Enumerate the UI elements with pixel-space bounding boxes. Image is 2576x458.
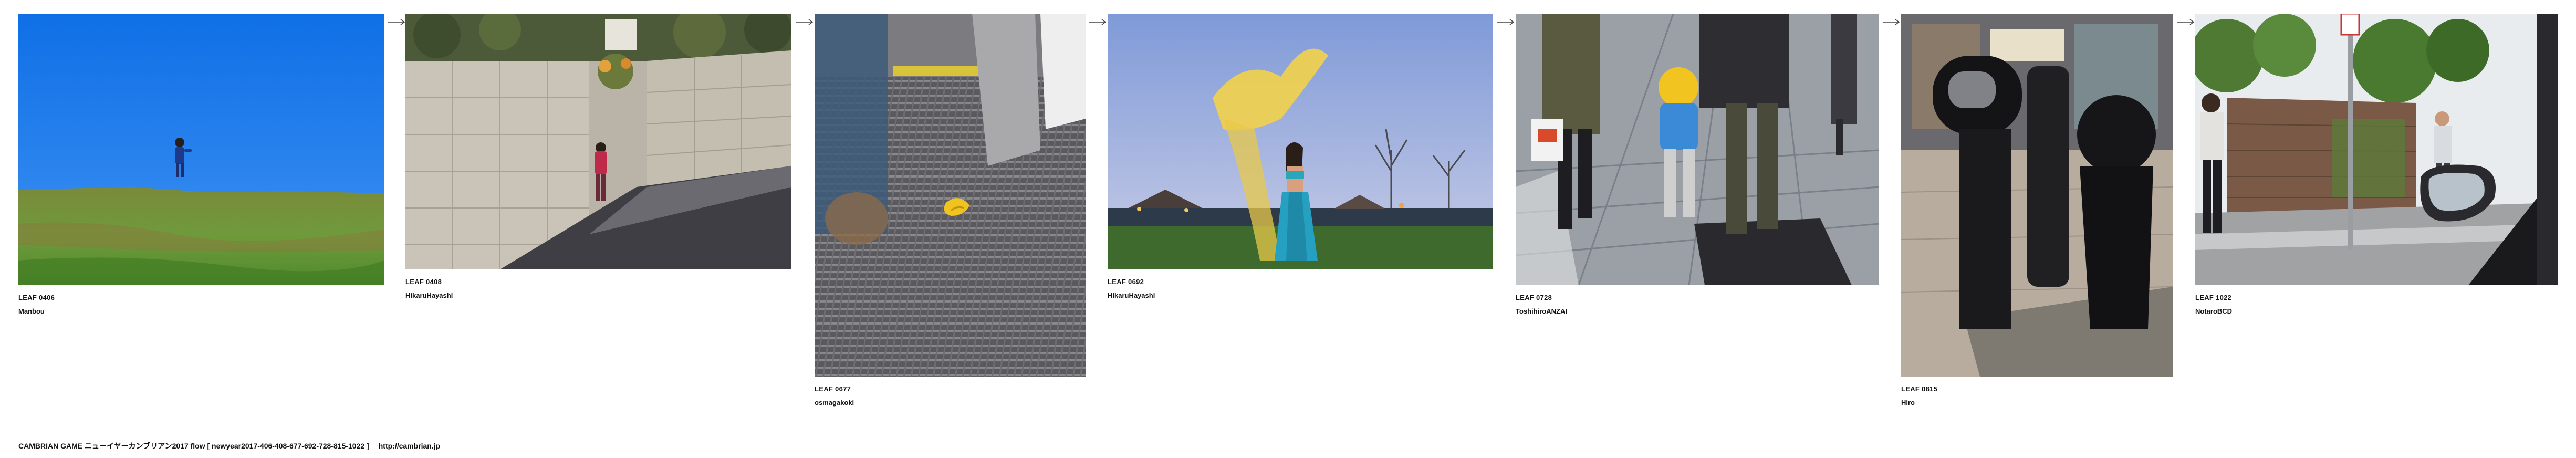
leaf-photo[interactable] xyxy=(815,14,1086,377)
escalator-image xyxy=(815,14,1086,377)
leaf-author: Manbou xyxy=(18,307,45,315)
leaf-card: LEAF 0728 ToshihiroANZAI xyxy=(1516,14,1879,316)
street-car-image xyxy=(2195,14,2558,285)
sculpture-image xyxy=(1901,14,2173,377)
leaf-photo[interactable] xyxy=(18,14,384,285)
leaf-photo[interactable] xyxy=(1108,14,1493,269)
leaf-id: LEAF 0692 xyxy=(1108,278,1144,286)
leaf-id: LEAF 0677 xyxy=(815,385,851,393)
leaf-author: osmagakoki xyxy=(815,399,854,407)
leaf-id: LEAF 0728 xyxy=(1516,294,1552,301)
concrete-wall-image xyxy=(405,14,791,269)
right-arrow-icon xyxy=(1089,19,1107,25)
footer-url-link[interactable]: http://cambrian.jp xyxy=(379,442,440,450)
leaf-id: LEAF 0815 xyxy=(1901,385,1938,393)
right-arrow-icon xyxy=(388,19,405,25)
leaf-card: LEAF 0692 HikaruHayashi xyxy=(1108,14,1493,300)
leaf-card: LEAF 1022 NotaroBCD xyxy=(2195,14,2558,316)
right-arrow-icon xyxy=(1882,19,1900,25)
leaf-author: NotaroBCD xyxy=(2195,307,2233,315)
footer-title: CAMBRIAN GAME ニューイヤーカンブリアン2017 flow [ ne… xyxy=(18,442,369,450)
leaf-photo[interactable] xyxy=(1516,14,1879,285)
leaf-photo[interactable] xyxy=(405,14,791,269)
dancer-image xyxy=(1108,14,1493,269)
leaf-id: LEAF 0406 xyxy=(18,294,55,301)
sky-hill-image xyxy=(18,14,384,285)
leaf-author: ToshihiroANZAI xyxy=(1516,307,1567,315)
leaf-id: LEAF 1022 xyxy=(2195,294,2232,301)
right-arrow-icon xyxy=(2177,19,2195,25)
right-arrow-icon xyxy=(796,19,814,25)
leaf-author: HikaruHayashi xyxy=(1108,292,1155,299)
leaf-card: LEAF 0408 HikaruHayashi xyxy=(405,14,791,300)
leaf-photo[interactable] xyxy=(1901,14,2173,377)
leaf-author: HikaruHayashi xyxy=(405,292,453,299)
street-walkers-image xyxy=(1516,14,1879,285)
footer: CAMBRIAN GAME ニューイヤーカンブリアン2017 flow [ ne… xyxy=(18,441,440,451)
leaf-card: LEAF 0815 Hiro xyxy=(1901,14,2173,407)
leaf-id: LEAF 0408 xyxy=(405,278,442,286)
leaf-card: LEAF 0677 osmagakoki xyxy=(815,14,1086,407)
right-arrow-icon xyxy=(1497,19,1515,25)
leaf-card: LEAF 0406 Manbou xyxy=(18,14,384,316)
leaf-author: Hiro xyxy=(1901,399,1915,407)
leaf-photo[interactable] xyxy=(2195,14,2558,285)
